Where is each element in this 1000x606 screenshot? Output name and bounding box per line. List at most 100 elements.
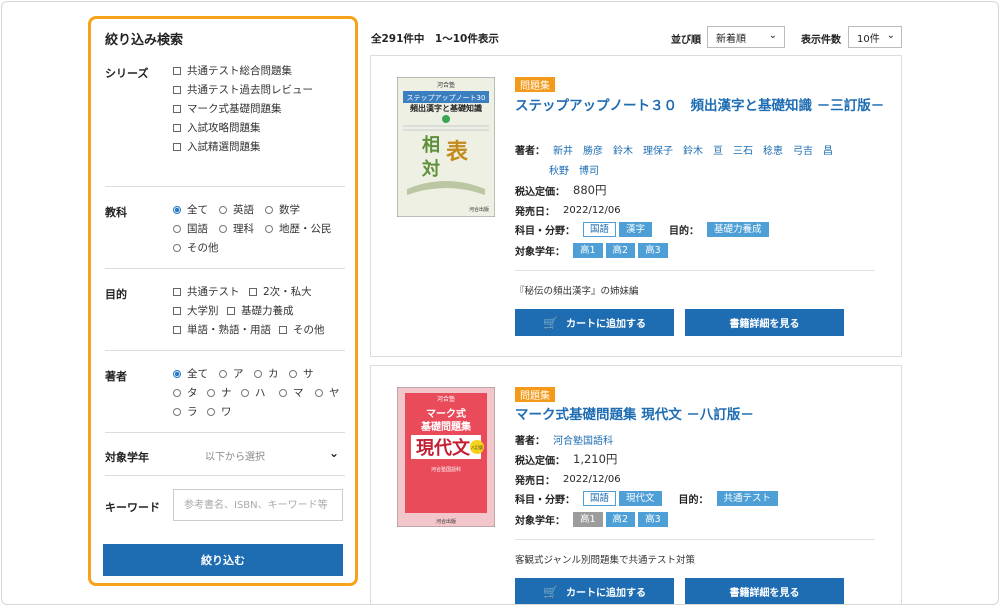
field-tag[interactable]: 国語 <box>583 491 617 506</box>
radio-icon[interactable] <box>219 369 227 378</box>
checkbox-icon[interactable] <box>173 104 181 113</box>
author-option[interactable]: ラ <box>173 404 198 419</box>
svg-text:ステップアップノート30: ステップアップノート30 <box>407 94 486 102</box>
series-option[interactable]: 入試攻略問題集 <box>173 120 261 135</box>
field-tag[interactable]: 国語 <box>583 222 617 237</box>
radio-icon[interactable] <box>173 407 181 416</box>
filter-submit-button[interactable]: 絞り込む <box>103 544 343 576</box>
price: 880円 <box>573 183 607 197</box>
sort-label: 並び順 <box>671 35 701 46</box>
radio-icon[interactable] <box>219 205 227 214</box>
product-description: 『秘伝の頻出漢字』の姉妹編 <box>515 286 639 297</box>
grade-tag[interactable]: 高1 <box>573 243 603 258</box>
radio-icon[interactable] <box>265 224 273 233</box>
subject-option[interactable]: 地歴・公民 <box>265 221 332 236</box>
subject-option[interactable]: その他 <box>173 240 219 255</box>
purpose-label: 目的 <box>105 288 127 301</box>
keyword-input[interactable] <box>173 489 343 521</box>
radio-icon[interactable] <box>173 224 181 233</box>
radio-icon[interactable] <box>207 388 215 397</box>
radio-icon[interactable] <box>207 407 215 416</box>
product-title[interactable]: ステップアップノート３０ 頻出漢字と基礎知識 －三訂版－ <box>515 96 885 117</box>
purpose-option[interactable]: 2次・私大 <box>249 284 312 299</box>
radio-icon[interactable] <box>279 388 287 397</box>
author-option[interactable]: タ <box>173 385 198 400</box>
author-option[interactable]: ハ <box>241 385 266 400</box>
checkbox-icon[interactable] <box>173 123 181 132</box>
radio-icon[interactable] <box>254 369 262 378</box>
grade-tag[interactable]: 高2 <box>605 512 636 527</box>
product-title[interactable]: マーク式基礎問題集 現代文 －八訂版－ <box>515 405 885 426</box>
author-link[interactable]: 河合塾国語科 <box>553 432 613 447</box>
product-card: 河合塾 マーク式 基礎問題集 現代文 八訂版 河合塾国語科 河合出版 問題集 マ… <box>370 365 902 604</box>
author-link[interactable]: 鈴木 理保子 <box>613 142 673 157</box>
author-option[interactable]: ナ <box>207 385 232 400</box>
checkbox-icon[interactable] <box>173 142 181 151</box>
series-option[interactable]: 共通テスト総合問題集 <box>173 63 292 78</box>
grade-select[interactable]: 以下から選択 <box>205 448 265 463</box>
author-option[interactable]: サ <box>289 366 314 381</box>
checkbox-icon[interactable] <box>173 306 181 315</box>
purpose-option[interactable]: 基礎力養成 <box>227 303 294 318</box>
author-option[interactable]: ヤ <box>315 385 340 400</box>
book-detail-button[interactable]: 書籍詳細を見る <box>685 309 844 336</box>
radio-icon[interactable] <box>265 205 273 214</box>
radio-icon[interactable] <box>289 369 297 378</box>
radio-icon[interactable] <box>315 388 323 397</box>
chevron-down-icon: ⌄ <box>886 30 895 41</box>
purpose-option[interactable]: 単語・熟語・用語 <box>173 322 271 337</box>
checkbox-icon[interactable] <box>173 85 181 94</box>
author-option[interactable]: ア <box>219 366 244 381</box>
book-cover-image[interactable]: 河合塾 マーク式 基礎問題集 現代文 八訂版 河合塾国語科 河合出版 <box>396 386 496 528</box>
purpose-tag[interactable]: 共通テスト <box>716 491 779 506</box>
subject-option[interactable]: 全て <box>173 202 208 217</box>
purpose-tag[interactable]: 基礎力養成 <box>707 222 769 237</box>
checkbox-icon[interactable] <box>173 66 181 75</box>
radio-icon[interactable] <box>241 388 249 397</box>
author-link[interactable]: 新井 勝彦 <box>553 142 603 157</box>
radio-selected-icon[interactable] <box>173 205 181 214</box>
series-option[interactable]: マーク式基礎問題集 <box>173 101 282 116</box>
purpose-option[interactable]: 大学別 <box>173 303 219 318</box>
author-option[interactable]: 全て <box>173 366 208 381</box>
checkbox-icon[interactable] <box>249 287 257 296</box>
series-option[interactable]: 入試精選問題集 <box>173 139 261 154</box>
author-option[interactable]: マ <box>279 385 304 400</box>
checkbox-icon[interactable] <box>227 306 235 315</box>
author-link[interactable]: 三石 稔恵 <box>733 142 783 157</box>
grade-tag[interactable]: 高1 <box>573 512 603 527</box>
radio-icon[interactable] <box>173 243 181 252</box>
book-cover-image[interactable]: 河合塾 ステップアップノート30 頻出漢字と基礎知識 表 相 対 河合出版 <box>396 76 496 218</box>
checkbox-icon[interactable] <box>173 325 181 334</box>
grade-tag[interactable]: 高2 <box>605 243 636 258</box>
svg-text:対: 対 <box>421 158 440 180</box>
grade-tag[interactable]: 高3 <box>638 512 668 527</box>
checkbox-icon[interactable] <box>279 325 287 334</box>
per-page-select[interactable]: 10件 ⌄ <box>848 26 902 48</box>
purpose-option[interactable]: 共通テスト <box>173 284 240 299</box>
subject-option[interactable]: 国語 <box>173 221 208 236</box>
chevron-down-icon[interactable]: ⌄ <box>329 446 339 460</box>
author-option[interactable]: カ <box>254 366 279 381</box>
field-tag[interactable]: 現代文 <box>619 491 662 506</box>
add-to-cart-button[interactable]: 🛒 カートに追加する <box>515 309 674 336</box>
subject-option[interactable]: 理科 <box>219 221 254 236</box>
add-to-cart-button[interactable]: 🛒 カートに追加する <box>515 578 674 604</box>
radio-selected-icon[interactable] <box>173 369 181 378</box>
radio-icon[interactable] <box>173 388 181 397</box>
series-option[interactable]: 共通テスト過去問レビュー <box>173 82 313 97</box>
subject-option[interactable]: 英語 <box>219 202 254 217</box>
sort-select[interactable]: 新着順 ⌄ <box>707 26 785 48</box>
purpose-option[interactable]: その他 <box>279 322 325 337</box>
author-link[interactable]: 弓吉 昌 <box>793 142 833 157</box>
author-link[interactable]: 秋野 博司 <box>549 162 599 177</box>
book-detail-button[interactable]: 書籍詳細を見る <box>685 578 844 604</box>
field-tag[interactable]: 漢字 <box>619 222 653 237</box>
price-row: 税込定価： 1,210円 <box>515 452 618 467</box>
checkbox-icon[interactable] <box>173 287 181 296</box>
radio-icon[interactable] <box>219 224 227 233</box>
subject-option[interactable]: 数学 <box>265 202 300 217</box>
grade-tag[interactable]: 高3 <box>638 243 668 258</box>
author-option[interactable]: ワ <box>207 404 232 419</box>
author-link[interactable]: 鈴木 亘 <box>683 142 723 157</box>
